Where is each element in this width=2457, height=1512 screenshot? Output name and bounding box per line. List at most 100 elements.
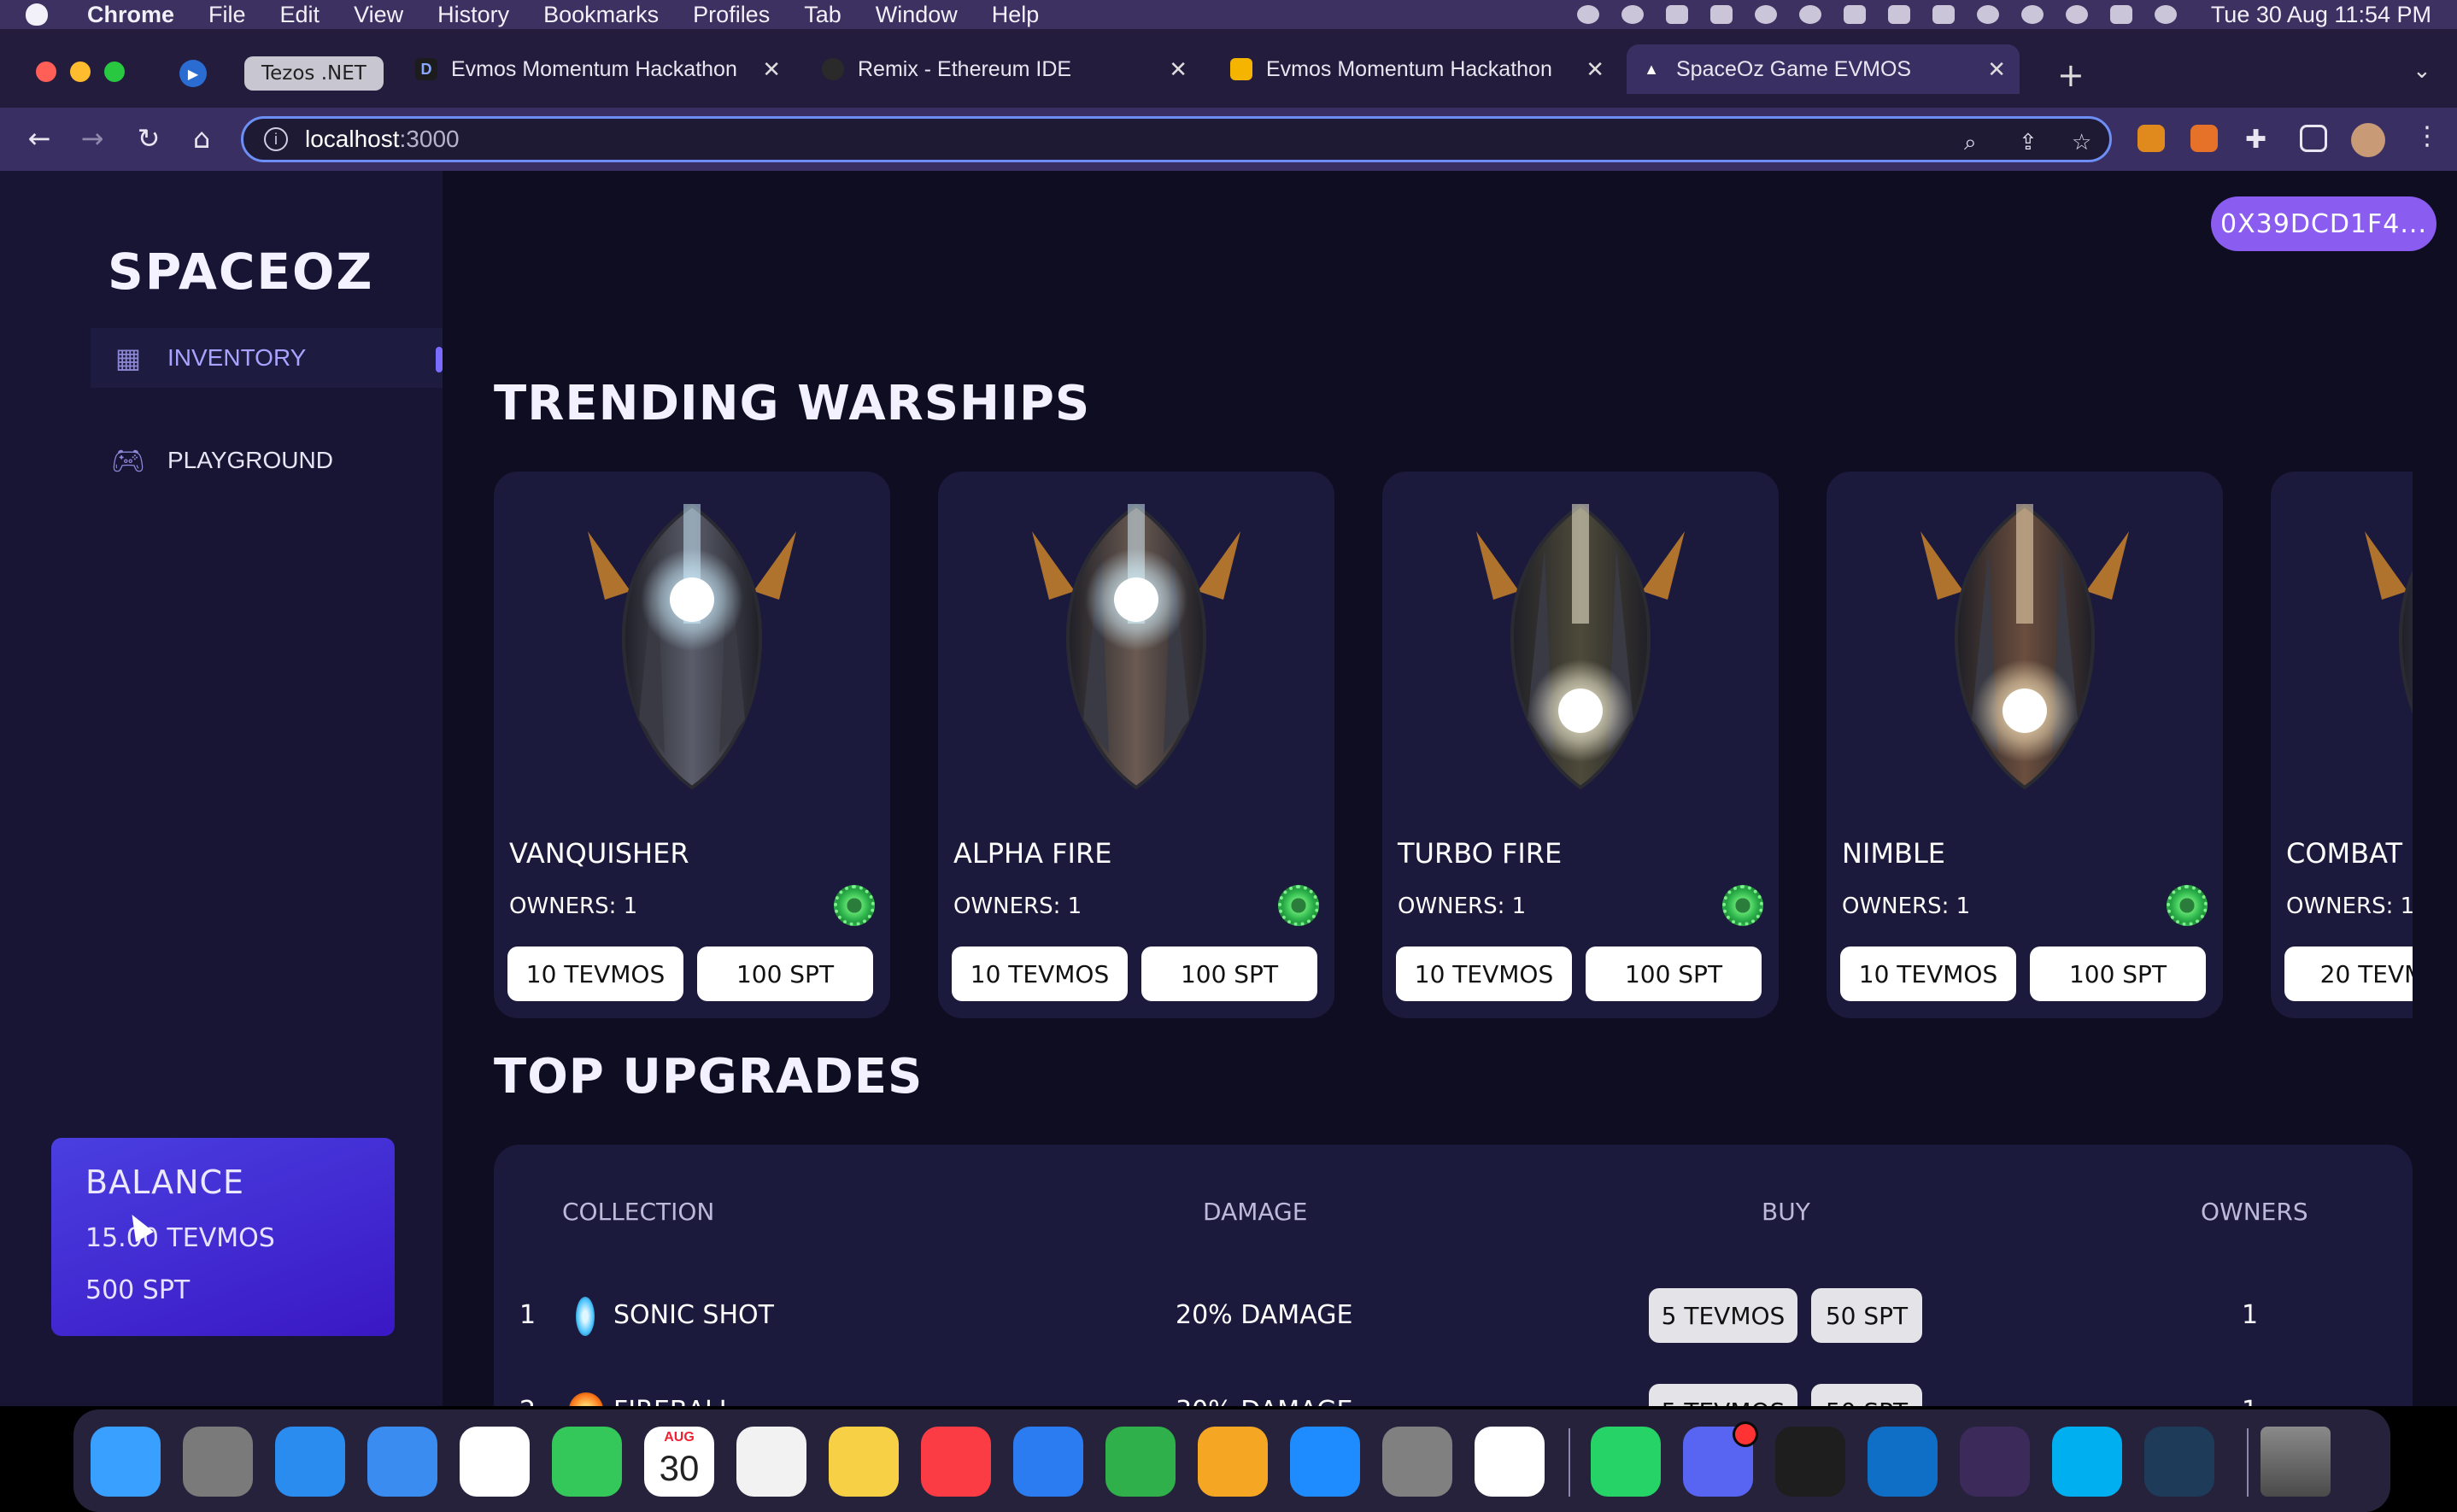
check-icon[interactable]: [1665, 5, 1688, 24]
buy-spt-button[interactable]: 50 SPT: [1811, 1384, 1922, 1406]
bluetooth-icon[interactable]: [1843, 5, 1866, 24]
warship-card[interactable]: NIMBLE OWNERS: 1 10 TEVMOS 100 SPT: [1827, 472, 2223, 1018]
app-logo[interactable]: SPACEOZ: [108, 243, 373, 301]
minimize-window-button[interactable]: [70, 62, 91, 82]
close-tab-icon[interactable]: ✕: [1987, 56, 2006, 83]
price-tevmos-button[interactable]: 10 TEVMOS: [507, 946, 683, 1001]
home-icon[interactable]: ⌂: [185, 121, 219, 155]
forward-icon[interactable]: →: [75, 121, 109, 155]
back-icon[interactable]: ←: [22, 121, 56, 155]
buy-spt-button[interactable]: 50 SPT: [1811, 1288, 1922, 1343]
price-tevmos-button[interactable]: 10 TEVMOS: [952, 946, 1128, 1001]
keyboard-icon[interactable]: [1887, 5, 1910, 24]
puzzle-icon[interactable]: ✚: [2245, 125, 2272, 155]
mouse-icon[interactable]: [1709, 5, 1733, 24]
menu-profiles[interactable]: Profiles: [693, 2, 770, 28]
dock-finder-icon[interactable]: [91, 1427, 161, 1497]
bookmark-star-icon[interactable]: ☆: [2072, 129, 2097, 155]
zoom-icon[interactable]: ⌕: [1964, 129, 1990, 155]
nav-playground[interactable]: 🎮︎ PLAYGROUND: [91, 431, 443, 490]
dock-system-preferences-icon[interactable]: [1382, 1427, 1452, 1497]
dock-chrome-icon[interactable]: [1475, 1427, 1545, 1497]
dock-calendar-icon[interactable]: AUG 30: [644, 1427, 714, 1497]
dock-quicktime-icon[interactable]: [2144, 1427, 2214, 1497]
user-icon[interactable]: [2020, 5, 2044, 24]
dock-facetime-icon[interactable]: [552, 1427, 622, 1497]
close-tab-icon[interactable]: ✕: [1586, 56, 1604, 83]
menu-window[interactable]: Window: [876, 2, 958, 28]
new-tab-icon[interactable]: +: [2057, 56, 2085, 94]
dock-app-store-icon[interactable]: [1290, 1427, 1360, 1497]
tab-evmos-1[interactable]: D Evmos Momentum Hackathon ✕: [402, 44, 795, 94]
warship-card[interactable]: ALPHA FIRE OWNERS: 1 10 TEVMOS 100 SPT: [938, 472, 1334, 1018]
dock-vs-code-icon[interactable]: [1868, 1427, 1938, 1497]
price-spt-button[interactable]: 100 SPT: [1586, 946, 1762, 1001]
wallet-address-button[interactable]: 0X39DCD1F4...: [2211, 196, 2436, 251]
dock-music-icon[interactable]: [921, 1427, 991, 1497]
dock-mail-icon[interactable]: [367, 1427, 437, 1497]
close-tab-icon[interactable]: ✕: [762, 56, 781, 83]
close-tab-icon[interactable]: ✕: [1169, 56, 1187, 83]
tab-search-icon[interactable]: ⌄: [2413, 58, 2431, 84]
side-panel-icon[interactable]: [2300, 125, 2327, 152]
dock-whatsapp-icon[interactable]: [1591, 1427, 1661, 1497]
record-icon[interactable]: [1576, 5, 1599, 24]
menu-view[interactable]: View: [354, 2, 403, 28]
media-control-icon[interactable]: ▶: [179, 60, 207, 87]
battery-icon[interactable]: [1932, 5, 1955, 24]
address-bar[interactable]: i localhost:3000 ⌕ ⇪ ☆: [241, 116, 2112, 162]
dock-pages-icon[interactable]: [1198, 1427, 1268, 1497]
tab-spaceoz[interactable]: ▲ SpaceOz Game EVMOS ✕: [1627, 44, 2020, 94]
dock-launchpad-icon[interactable]: [183, 1427, 253, 1497]
dock-photos-icon[interactable]: [460, 1427, 530, 1497]
creative-cloud-icon[interactable]: [1621, 5, 1644, 24]
warship-card[interactable]: TURBO FIRE OWNERS: 1 10 TEVMOS 100 SPT: [1382, 472, 1779, 1018]
dock-numbers-icon[interactable]: [1105, 1427, 1176, 1497]
play-icon[interactable]: [1798, 5, 1821, 24]
extension-icon[interactable]: [2137, 125, 2165, 152]
dock-keynote-icon[interactable]: [1013, 1427, 1083, 1497]
control-center-icon[interactable]: [2109, 5, 2132, 24]
price-spt-button[interactable]: 100 SPT: [697, 946, 873, 1001]
buy-tevmos-button[interactable]: 5 TEVMOS: [1649, 1384, 1797, 1406]
menu-tab[interactable]: Tab: [804, 2, 841, 28]
profile-avatar[interactable]: [2351, 123, 2385, 157]
menu-file[interactable]: File: [208, 2, 246, 28]
warship-card[interactable]: VANQUISHER OWNERS: 1 10 TEVMOS 100 SPT: [494, 472, 890, 1018]
close-window-button[interactable]: [36, 62, 56, 82]
menu-edit[interactable]: Edit: [280, 2, 320, 28]
moon-icon[interactable]: [1754, 5, 1777, 24]
price-spt-button[interactable]: 100 SPT: [1141, 946, 1317, 1001]
menu-app-name[interactable]: Chrome: [87, 2, 174, 28]
zoom-window-button[interactable]: [104, 62, 125, 82]
apple-icon[interactable]: [26, 3, 48, 26]
siri-icon[interactable]: [2154, 5, 2177, 24]
clock[interactable]: Tue 30 Aug 11:54 PM: [2211, 2, 2431, 28]
more-menu-icon[interactable]: ⋮: [2414, 121, 2440, 151]
buy-tevmos-button[interactable]: 5 TEVMOS: [1649, 1288, 1797, 1343]
tab-remix[interactable]: Remix - Ethereum IDE ✕: [808, 44, 1201, 94]
tab-group-chip[interactable]: Tezos .NET: [244, 56, 384, 91]
dock-discord-icon[interactable]: [1683, 1421, 1758, 1497]
menu-bookmarks[interactable]: Bookmarks: [543, 2, 659, 28]
dock-skype-icon[interactable]: [2052, 1427, 2122, 1497]
metamask-icon[interactable]: [2190, 125, 2218, 152]
dock-safari-icon[interactable]: [275, 1427, 345, 1497]
price-spt-button[interactable]: 100 SPT: [2030, 946, 2206, 1001]
dock-reminders-icon[interactable]: [736, 1427, 806, 1497]
dock-notes-icon[interactable]: [829, 1427, 899, 1497]
nav-inventory[interactable]: ▦ INVENTORY: [91, 328, 443, 388]
tab-evmos-2[interactable]: Evmos Momentum Hackathon ✕: [1217, 44, 1618, 94]
menu-help[interactable]: Help: [992, 2, 1040, 28]
dock-terminal-icon[interactable]: [1775, 1427, 1845, 1497]
wifi-icon[interactable]: [1976, 5, 1999, 24]
reload-icon[interactable]: ↻: [132, 121, 166, 155]
dock-trash-icon[interactable]: [2261, 1427, 2331, 1497]
dock-github-desktop-icon[interactable]: [1960, 1427, 2030, 1497]
share-icon[interactable]: ⇪: [2019, 129, 2044, 155]
warship-card[interactable]: COMBAT N OWNERS: 1 20 TEVM: [2271, 472, 2413, 1018]
price-tevmos-button[interactable]: 10 TEVMOS: [1840, 946, 2016, 1001]
spotlight-icon[interactable]: [2065, 5, 2088, 24]
menu-history[interactable]: History: [437, 2, 509, 28]
price-tevmos-button[interactable]: 20 TEVM: [2284, 946, 2413, 1001]
